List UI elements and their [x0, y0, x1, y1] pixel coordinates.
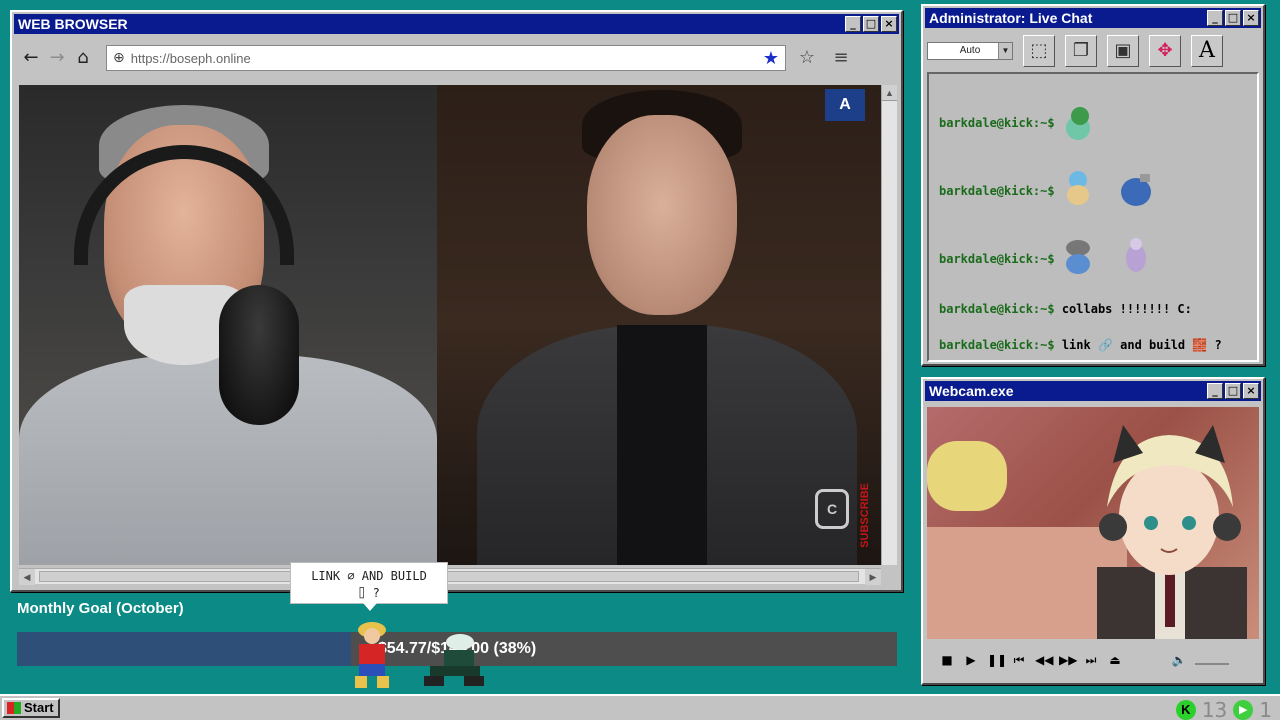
chat-prompt: barkdale@kick:~$ — [939, 116, 1055, 130]
viewer-count: 13 — [1201, 698, 1228, 720]
chat-titlebar[interactable]: Administrator: Live Chat _ □ × — [925, 8, 1261, 28]
channel-watermark-icon: C — [815, 489, 849, 529]
subscribe-watermark: SUBSCRIBE — [859, 483, 871, 548]
chat-message: barkdale@kick:~$ collabs !!!!!!! C: — [939, 302, 1192, 316]
scroll-up-icon[interactable]: ▲ — [882, 85, 897, 101]
mewtwo-emote-icon — [1126, 238, 1146, 272]
chat-prompt: barkdale@kick:~$ — [939, 252, 1055, 266]
vertical-scrollbar[interactable]: ▲ — [881, 85, 897, 565]
chat-message: barkdale@kick:~$ — [939, 252, 1055, 266]
blastoise-emote-icon — [1121, 174, 1151, 206]
luffy-sprite-icon — [355, 622, 389, 688]
skip-forward-icon[interactable]: ⏭ — [1083, 652, 1099, 668]
font-tool-icon[interactable]: A — [1191, 35, 1223, 67]
chat-prompt: barkdale@kick:~$ — [939, 184, 1055, 198]
chat-prompt: barkdale@kick:~$ — [939, 338, 1055, 352]
media-controls: ■ ▶ ❚❚ ⏮ ◀◀ ▶▶ ⏭ ⏏ 🔈 — [927, 641, 1259, 679]
play-icon[interactable]: ▶ — [963, 652, 979, 668]
webcam-feed — [927, 407, 1259, 639]
webcam-titlebar[interactable]: Webcam.exe _ □ × — [925, 381, 1261, 401]
zoro-sprite-icon — [424, 634, 484, 686]
start-button[interactable]: Start — [2, 698, 60, 718]
windows-logo-icon — [7, 702, 21, 714]
mode-select[interactable]: Auto ▼ — [927, 42, 1013, 60]
pause-icon[interactable]: ❚❚ — [987, 652, 1007, 668]
chat-message-text: link 🔗 and build 🧱 ? — [1061, 338, 1222, 352]
forward-icon[interactable]: → — [44, 45, 70, 71]
browser-window: WEB BROWSER _ □ × ← → ⌂ ⊕ https://boseph… — [10, 10, 903, 592]
chat-message: barkdale@kick:~$ link 🔗 and build 🧱 ? — [939, 338, 1222, 352]
volume-slider[interactable] — [1195, 655, 1229, 665]
minimize-button[interactable]: _ — [1207, 10, 1223, 26]
mode-select-value: Auto — [959, 45, 981, 56]
video-viewport[interactable]: A C SUBSCRIBE — [19, 85, 881, 565]
scroll-left-icon[interactable]: ◀ — [19, 569, 35, 585]
webcam-window: Webcam.exe _ □ × ■ ▶ ❚❚ ⏮ ◀◀ ▶▶ ⏭ ⏏ 🔈 — [921, 377, 1265, 685]
webcam-title: Webcam.exe — [929, 383, 1014, 399]
horizontal-scrollbar[interactable]: ◀ ▶ — [19, 568, 881, 585]
close-button[interactable]: × — [1243, 383, 1259, 399]
address-bar[interactable]: ⊕ https://boseph.online ★ — [106, 45, 786, 71]
chat-log[interactable]: barkdale@kick:~$ barkdale@kick:~$ barkda… — [927, 72, 1259, 362]
chat-title: Administrator: Live Chat — [929, 10, 1093, 26]
close-button[interactable]: × — [881, 16, 897, 32]
bubble-line-2: ⌷ ? — [358, 586, 380, 600]
bubble-line-1: LINK ⌀ AND BUILD — [311, 569, 427, 583]
maximize-button[interactable]: □ — [1225, 10, 1241, 26]
vtuber-avatar — [1097, 425, 1247, 639]
chat-message: barkdale@kick:~$ — [939, 116, 1055, 130]
back-icon[interactable]: ← — [18, 45, 44, 71]
stop-icon[interactable]: ■ — [939, 652, 955, 668]
home-icon[interactable]: ⌂ — [70, 45, 96, 71]
paste-icon[interactable]: ▣ — [1107, 35, 1139, 67]
channel-logo: A — [825, 89, 865, 121]
chevron-down-icon[interactable]: ▼ — [998, 43, 1012, 59]
copy-icon[interactable]: ❐ — [1065, 35, 1097, 67]
minimize-button[interactable]: _ — [1207, 383, 1223, 399]
browser-titlebar[interactable]: WEB BROWSER _ □ × — [14, 14, 899, 34]
select-rect-icon[interactable]: ⬚ — [1023, 35, 1055, 67]
poliwrath-emote-icon — [1066, 240, 1090, 274]
rewind-icon[interactable]: ◀◀ — [1035, 652, 1053, 668]
system-tray: K 13 ▶ 1 — [1175, 698, 1272, 720]
volume-icon[interactable]: 🔈 — [1171, 652, 1187, 668]
browser-toolbar: ← → ⌂ ⊕ https://boseph.online ★ ☆ ≡ — [18, 40, 895, 76]
move-icon[interactable]: ✥ — [1149, 35, 1181, 67]
chat-message: barkdale@kick:~$ — [939, 184, 1055, 198]
microphone-icon — [219, 285, 299, 425]
video-right-speaker: A C SUBSCRIBE — [437, 85, 881, 565]
scroll-right-icon[interactable]: ▶ — [865, 569, 881, 585]
eject-icon[interactable]: ⏏ — [1107, 652, 1123, 668]
skip-back-icon[interactable]: ⏮ — [1011, 652, 1027, 668]
browser-title: WEB BROWSER — [18, 16, 128, 32]
fast-forward-icon[interactable]: ▶▶ — [1059, 652, 1077, 668]
live-chat-window: Administrator: Live Chat _ □ × Auto ▼ ⬚ … — [921, 4, 1265, 366]
speech-bubble: LINK ⌀ AND BUILD ⌷ ? — [290, 562, 448, 611]
maximize-button[interactable]: □ — [863, 16, 879, 32]
menu-icon[interactable]: ≡ — [828, 45, 854, 71]
bookmark-star-icon[interactable]: ★ — [763, 48, 779, 69]
play-circle-icon: ▶ — [1233, 700, 1254, 720]
kick-logo-icon: K — [1175, 700, 1196, 720]
bulbasaur-emote-icon — [1066, 107, 1090, 140]
favorites-icon[interactable]: ☆ — [794, 45, 820, 71]
chat-toolbar: Auto ▼ ⬚ ❐ ▣ ✥ A — [927, 32, 1259, 70]
squirtle-emote-icon — [1067, 171, 1089, 205]
scroll-thumb[interactable] — [39, 571, 859, 582]
goal-title: Monthly Goal (October) — [17, 600, 184, 617]
chat-message-text: collabs !!!!!!! C: — [1061, 302, 1192, 316]
video-left-speaker — [19, 85, 437, 565]
chat-prompt: barkdale@kick:~$ — [939, 302, 1055, 316]
start-label: Start — [24, 700, 54, 715]
close-button[interactable]: × — [1243, 10, 1259, 26]
taskbar: Start K 13 ▶ 1 — [0, 694, 1280, 720]
follower-count: 1 — [1259, 698, 1272, 720]
maximize-button[interactable]: □ — [1225, 383, 1241, 399]
globe-icon: ⊕ — [113, 50, 125, 66]
url-text: https://boseph.online — [130, 50, 251, 66]
minimize-button[interactable]: _ — [845, 16, 861, 32]
